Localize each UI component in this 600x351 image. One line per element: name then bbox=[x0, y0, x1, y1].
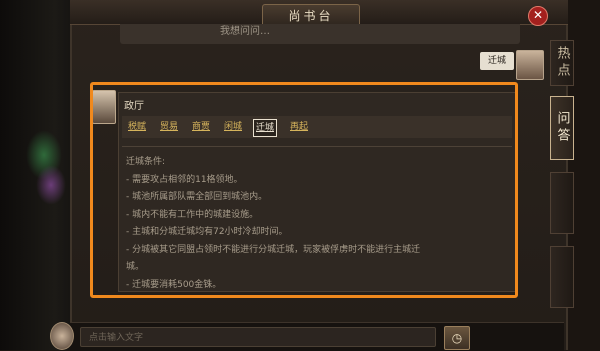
history-button[interactable]: ◷ bbox=[444, 326, 470, 350]
previous-message: 我想问问… bbox=[120, 24, 520, 44]
tab-hot[interactable]: 热点 bbox=[550, 40, 574, 86]
highlight-frame bbox=[90, 82, 518, 298]
user-avatar bbox=[516, 50, 544, 80]
close-icon: ✕ bbox=[532, 8, 544, 22]
player-avatar[interactable] bbox=[50, 322, 74, 350]
tab-faded-2[interactable] bbox=[550, 246, 574, 308]
tab-faded-1[interactable] bbox=[550, 172, 574, 234]
close-button[interactable]: ✕ bbox=[528, 6, 548, 26]
user-message-bubble: 迁城 bbox=[480, 52, 514, 70]
chat-input[interactable]: 点击输入文字 bbox=[80, 327, 436, 347]
game-backdrop bbox=[0, 0, 78, 350]
backdrop-glow-purple bbox=[36, 165, 66, 205]
tab-qa[interactable]: 问答 bbox=[550, 96, 574, 160]
clock-icon: ◷ bbox=[451, 331, 463, 345]
